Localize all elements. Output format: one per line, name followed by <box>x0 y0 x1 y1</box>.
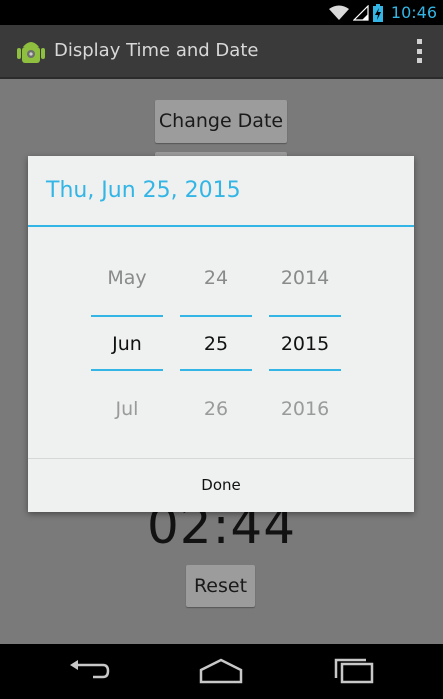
year-picker[interactable]: 2014 2015 2016 <box>269 227 341 459</box>
year-current[interactable]: 2015 <box>269 333 341 355</box>
status-time: 10:46 <box>390 3 437 22</box>
picker-divider <box>91 369 163 371</box>
picker-divider <box>91 315 163 317</box>
month-current[interactable]: Jun <box>91 333 163 355</box>
action-bar: Display Time and Date <box>0 25 443 79</box>
signal-icon <box>352 4 369 21</box>
picker-divider <box>269 315 341 317</box>
picker-divider <box>180 369 252 371</box>
done-button[interactable]: Done <box>28 459 414 512</box>
overflow-menu-icon[interactable] <box>417 39 423 63</box>
day-picker[interactable]: 24 25 26 <box>180 227 252 459</box>
change-date-button[interactable]: Change Date <box>155 100 287 143</box>
day-next[interactable]: 26 <box>180 398 252 420</box>
recents-icon[interactable] <box>330 656 380 686</box>
date-picker-dialog: Thu, Jun 25, 2015 May Jun Jul 24 25 26 2… <box>28 156 414 512</box>
month-prev[interactable]: May <box>91 267 163 289</box>
home-icon[interactable] <box>196 656 246 686</box>
app-title: Display Time and Date <box>54 40 259 61</box>
dialog-title: Thu, Jun 25, 2015 <box>46 178 241 203</box>
battery-charging-icon <box>372 3 383 22</box>
day-prev[interactable]: 24 <box>180 267 252 289</box>
day-current[interactable]: 25 <box>180 333 252 355</box>
picker-divider <box>269 369 341 371</box>
wifi-icon <box>328 5 349 20</box>
month-next[interactable]: Jul <box>91 398 163 420</box>
year-next[interactable]: 2016 <box>269 398 341 420</box>
month-picker[interactable]: May Jun Jul <box>91 227 163 459</box>
navigation-bar <box>0 644 443 699</box>
reset-button[interactable]: Reset <box>186 565 255 607</box>
picker-divider <box>180 315 252 317</box>
android-app-icon <box>17 42 45 63</box>
status-bar: 10:46 <box>0 0 443 25</box>
status-icons: 10:46 <box>328 0 437 25</box>
year-prev[interactable]: 2014 <box>269 267 341 289</box>
back-icon[interactable] <box>63 656 113 686</box>
